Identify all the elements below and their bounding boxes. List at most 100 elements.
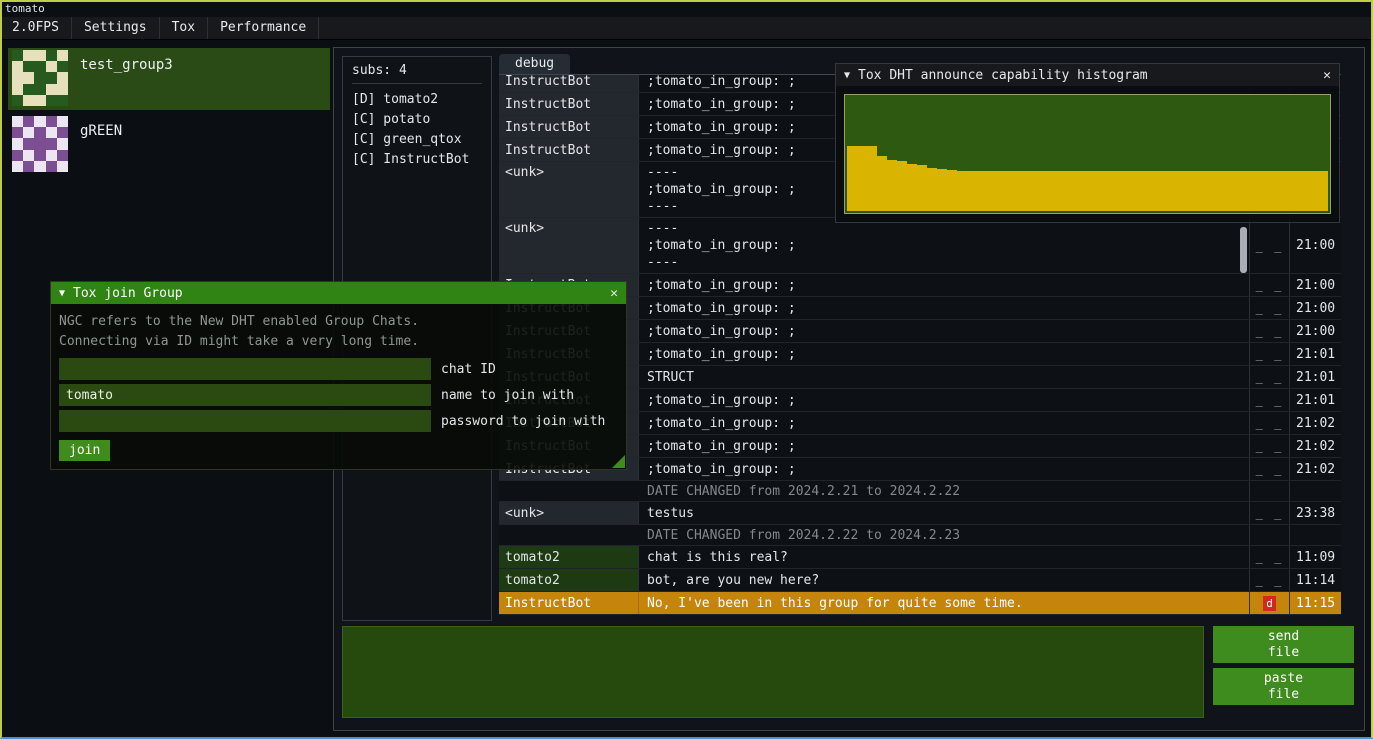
join-name-input[interactable] [59,384,431,406]
sub-item[interactable]: [C] potato [352,110,482,130]
message-flags: _ _ [1249,458,1289,480]
sub-item[interactable]: [C] green_qtox [352,130,482,150]
message-flags: _ _ [1249,412,1289,434]
chat-scrollbar[interactable] [1240,227,1247,273]
chat-id-input[interactable] [59,358,431,380]
histogram-bar [1137,171,1147,211]
close-icon[interactable]: ✕ [610,286,618,301]
message-timestamp: 21:02 [1289,412,1341,434]
message-text: ;tomato_in_group: ; [639,458,1249,480]
histogram-bar [1268,171,1278,211]
message-flags [1249,525,1289,545]
sub-item[interactable]: [D] tomato2 [352,90,482,110]
message-text: STRUCT [639,366,1249,388]
collapse-arrow-icon[interactable]: ▼ [59,288,65,299]
histogram-bar [1168,171,1178,211]
message-author: InstructBot [499,139,639,161]
message-timestamp: 11:09 [1289,546,1341,568]
histogram-bar [1278,171,1288,211]
resize-grip[interactable] [612,455,625,468]
message-timestamp: 11:15 [1289,592,1341,614]
message-text: ;tomato_in_group: ; [639,297,1249,319]
message-flags: _ _ [1249,389,1289,411]
message-timestamp [1289,481,1341,501]
histogram-window-titlebar[interactable]: ▼ Tox DHT announce capability histogram … [836,64,1339,86]
chat-message-row: tomato2chat is this real?_ _11:09 [499,546,1341,569]
app-titlebar: tomato [0,0,1373,17]
message-input[interactable] [342,626,1204,718]
tab-debug[interactable]: debug [499,54,570,74]
message-text: ;tomato_in_group: ; [639,389,1249,411]
group-item-test_group3[interactable]: test_group3 [8,48,330,110]
delivered-flag: d [1263,596,1276,611]
field-row-join-password: password to join with [59,410,618,432]
join-desc-line-1: NGC refers to the New DHT enabled Group … [59,312,618,332]
histogram-bar [1178,171,1188,211]
message-timestamp: 23:38 [1289,502,1341,524]
histogram-bars [847,97,1328,211]
collapse-arrow-icon[interactable]: ▼ [844,70,850,81]
date-separator-row: DATE CHANGED from 2024.2.22 to 2024.2.23 [499,525,1341,546]
group-item-gREEN[interactable]: gREEN [8,114,330,176]
histogram-bar [1047,171,1057,211]
close-icon[interactable]: ✕ [1323,68,1331,83]
field-row-chat-id: chat ID [59,358,618,380]
message-flags: d [1249,592,1289,614]
join-button[interactable]: join [59,440,110,461]
message-author: tomato2 [499,546,639,568]
menu-items: SettingsToxPerformance [72,17,319,39]
chat-message-row: tomato2bot, are you new here?_ _11:14 [499,569,1341,592]
menu-item-settings[interactable]: Settings [72,17,160,39]
subs-title: subs: 4 [352,63,482,78]
histogram-bar [897,161,907,211]
histogram-bar [1238,171,1248,211]
menu-item-tox[interactable]: Tox [160,17,208,39]
message-author [499,525,639,545]
histogram-bar [1057,171,1067,211]
histogram-bar [957,171,967,211]
group-list: test_group3gREEN [8,48,330,180]
join-fields: chat IDname to join withpassword to join… [51,356,626,432]
histogram-bar [1107,171,1117,211]
message-author: InstructBot [499,592,639,614]
histogram-bar [977,171,987,211]
histogram-bar [987,171,997,211]
histogram-bar [1308,171,1318,211]
chat-message-row: <unk>---- ;tomato_in_group: ; ----_ _21:… [499,218,1341,274]
join-password-input[interactable] [59,410,431,432]
message-timestamp: 21:00 [1289,320,1341,342]
menu-item-performance[interactable]: Performance [208,17,319,39]
join-desc-line-2: Connecting via ID might take a very long… [59,332,618,352]
send-file-button[interactable]: send file [1213,626,1354,663]
group-avatar [12,116,68,172]
message-author: InstructBot [499,116,639,138]
message-flags: _ _ [1249,569,1289,591]
join-group-dialog: ▼ Tox join Group ✕ NGC refers to the New… [50,281,627,470]
message-timestamp [1289,525,1341,545]
histogram-bar [1087,171,1097,211]
histogram-bar [1067,171,1077,211]
sub-item[interactable]: [C] InstructBot [352,150,482,170]
histogram-bar [1248,171,1258,211]
message-text: ;tomato_in_group: ; [639,274,1249,296]
histogram-window-title: Tox DHT announce capability histogram [858,68,1148,83]
histogram-bar [877,156,887,211]
join-dialog-titlebar[interactable]: ▼ Tox join Group ✕ [51,282,626,304]
join-dialog-title: Tox join Group [73,286,183,301]
message-text: testus [639,502,1249,524]
message-author: tomato2 [499,569,639,591]
histogram-bar [1218,171,1228,211]
histogram-bar [1027,171,1037,211]
histogram-bar [847,146,857,211]
histogram-plot [844,94,1331,214]
paste-file-button[interactable]: paste file [1213,668,1354,705]
chat-message-row: InstructBotNo, I've been in this group f… [499,592,1341,615]
histogram-bar [1117,171,1127,211]
histogram-window: ▼ Tox DHT announce capability histogram … [835,63,1340,223]
histogram-bar [1017,171,1027,211]
message-timestamp: 21:02 [1289,458,1341,480]
message-flags: _ _ [1249,435,1289,457]
message-flags: _ _ [1249,218,1289,273]
group-avatar [12,50,68,106]
message-text: ;tomato_in_group: ; [639,320,1249,342]
